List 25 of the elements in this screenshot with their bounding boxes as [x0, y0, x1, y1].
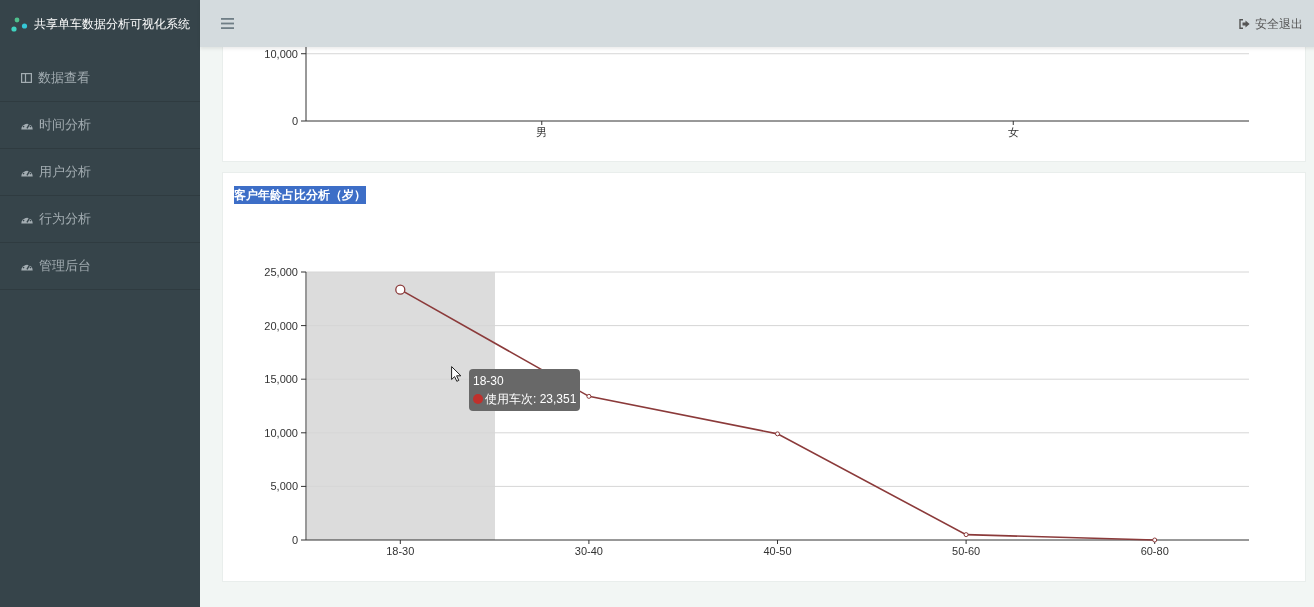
- axis-label: 50-60: [952, 545, 981, 557]
- sign-out-icon: [1239, 18, 1250, 29]
- dots-logo-icon: [11, 16, 28, 32]
- axis-label: 0: [291, 534, 298, 546]
- axis-label: 女: [1007, 126, 1019, 138]
- axis-label: 25,000: [264, 266, 298, 278]
- tooltip-text: 使用车次: 23,351: [485, 391, 577, 408]
- chart-title: 客户年龄占比分析（岁）: [234, 186, 366, 204]
- axis-label: 60-80: [1140, 545, 1169, 557]
- axis-label: 10,000: [264, 47, 298, 60]
- axis-label: 18-30: [386, 545, 415, 557]
- table-icon: [21, 73, 32, 83]
- axis-label: 15,000: [264, 373, 298, 386]
- axis-label: 10,000: [264, 426, 298, 439]
- axis-label: 5,000: [270, 480, 298, 493]
- axis-label: 30-40: [574, 545, 603, 557]
- brand-title: 共享单车数据分析可视化系统: [34, 16, 190, 33]
- cursor-icon: [451, 366, 462, 382]
- axis-label: 0: [291, 115, 298, 127]
- axis-label: 20,000: [264, 319, 298, 332]
- tooltip-title: 18-30: [473, 373, 505, 390]
- logout-link[interactable]: 安全退出: [1239, 14, 1303, 33]
- axis-label: 男: [536, 126, 548, 138]
- menu-icon[interactable]: [221, 18, 234, 29]
- axis-label: 40-50: [763, 545, 792, 557]
